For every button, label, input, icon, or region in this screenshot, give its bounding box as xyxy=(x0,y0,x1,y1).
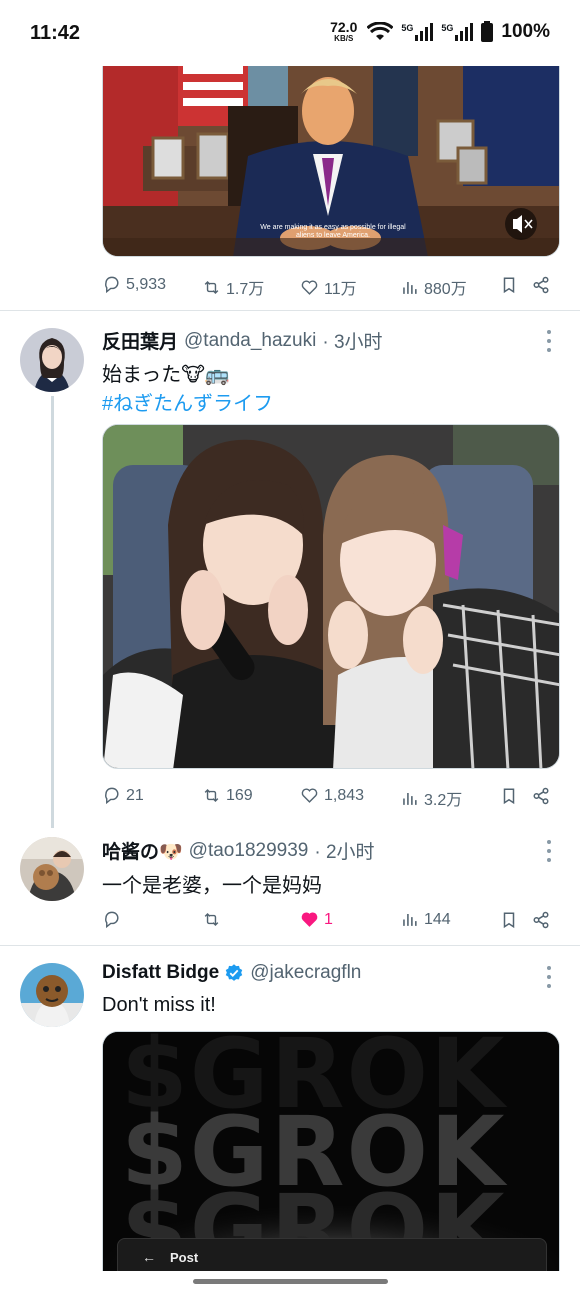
reply-icon xyxy=(105,276,119,294)
reply-count: 21 xyxy=(126,786,144,804)
battery-percent: 100% xyxy=(501,20,550,42)
reply-button[interactable]: 21 xyxy=(102,786,144,805)
status-icons: 72.0 KB/S 5G 5G 100% xyxy=(330,20,550,43)
network-type-1: 5G xyxy=(401,22,414,33)
like-count: 1,843 xyxy=(324,786,365,804)
like-button[interactable]: 1 xyxy=(300,910,333,929)
network-type-2: 5G xyxy=(441,22,454,33)
status-bar: 11:42 72.0 KB/S 5G 5G 100% xyxy=(0,0,580,66)
views-count: 880万 xyxy=(424,281,467,298)
more-options-icon[interactable] xyxy=(546,966,552,988)
more-options-icon[interactable] xyxy=(546,330,552,352)
tweet1-actions: 5,933 1.7万 11万 880万 xyxy=(102,272,557,298)
more-options-icon[interactable] xyxy=(546,840,552,862)
thread-line xyxy=(51,396,54,828)
username[interactable]: @jakecragfln xyxy=(250,962,361,984)
tweet2-actions: 21 169 1,843 3.2万 xyxy=(102,783,557,809)
retweet-button[interactable] xyxy=(202,910,221,929)
like-count: 1 xyxy=(324,910,333,928)
retweet-button[interactable]: 1.7万 xyxy=(202,275,264,299)
views-count: 144 xyxy=(424,910,451,928)
reply-icon xyxy=(105,787,119,805)
share-icon[interactable] xyxy=(532,911,550,929)
home-indicator[interactable] xyxy=(193,1279,388,1284)
views-button[interactable]: 3.2万 xyxy=(400,786,462,810)
tweet4-header: Disfatt Bidge @jakecragfln xyxy=(102,962,361,984)
tweet2-photo[interactable] xyxy=(102,424,560,769)
like-button[interactable]: 11万 xyxy=(300,275,357,299)
retweet-button[interactable]: 169 xyxy=(202,786,253,805)
like-count: 11万 xyxy=(324,281,357,298)
avatar[interactable] xyxy=(20,963,84,1027)
username[interactable]: @tanda_hazuki xyxy=(184,330,316,352)
tweet-text: 始まった🐮🚌 xyxy=(102,364,230,386)
display-name[interactable]: Disfatt Bidge xyxy=(102,962,219,984)
tweet1-video[interactable]: We are making it as easy as possible for… xyxy=(102,66,560,257)
views-button[interactable]: 144 xyxy=(400,910,451,929)
tweet-separator xyxy=(0,945,580,946)
battery-icon xyxy=(481,21,494,42)
network-speed: 72.0 KB/S xyxy=(330,20,357,43)
timestamp: · 3小时 xyxy=(322,332,383,353)
avatar[interactable] xyxy=(20,328,84,392)
heart-icon xyxy=(301,279,318,295)
retweet-icon xyxy=(204,280,219,294)
views-button[interactable]: 880万 xyxy=(400,275,467,299)
views-icon xyxy=(403,281,417,294)
wifi-icon xyxy=(367,21,394,40)
tweet4-media[interactable]: $GROK $GROK $GROK ← Post xyxy=(102,1031,560,1271)
heart-filled-icon xyxy=(301,912,318,927)
bookmark-icon[interactable] xyxy=(500,787,518,805)
tweet2-header: 反田葉月 @tanda_hazuki · 3小时 xyxy=(102,327,383,354)
cell-signal-2: 5G xyxy=(441,22,474,41)
bookmark-icon[interactable] xyxy=(500,276,518,294)
tweet-separator xyxy=(0,310,580,311)
tweet3-header: 哈酱の🐶 @tao1829939 · 2小时 xyxy=(102,837,375,864)
retweet-icon xyxy=(204,912,219,927)
views-icon xyxy=(403,792,417,805)
bookmark-icon[interactable] xyxy=(500,911,518,929)
selfie-photo xyxy=(103,425,559,768)
tweet-text: Don't miss it! xyxy=(102,994,216,1016)
hashtag-link[interactable]: #ねぎたんずライフ xyxy=(102,387,273,416)
share-icon[interactable] xyxy=(532,276,550,294)
like-button[interactable]: 1,843 xyxy=(300,786,364,805)
retweet-count: 1.7万 xyxy=(226,281,265,298)
network-speed-value: 72.0 xyxy=(330,19,358,35)
back-arrow-icon: ← xyxy=(142,1249,156,1265)
display-name[interactable]: 反田葉月 xyxy=(102,327,178,354)
timestamp: · 2小时 xyxy=(314,842,375,863)
embedded-post-bar: ← Post xyxy=(117,1238,547,1271)
retweet-count: 169 xyxy=(226,786,253,804)
signal-bars-icon xyxy=(455,22,474,41)
reply-button[interactable] xyxy=(102,910,121,929)
retweet-icon xyxy=(204,788,219,803)
avatar[interactable] xyxy=(20,837,84,901)
video-caption: We are making it as easy as possible for… xyxy=(260,224,406,240)
post-label: Post xyxy=(170,1250,199,1265)
reply-button[interactable]: 5,933 xyxy=(102,275,166,294)
reply-icon xyxy=(105,911,119,929)
tweet-text: 一个是老婆，一个是妈妈 xyxy=(102,875,322,897)
network-speed-unit: KB/S xyxy=(334,34,354,43)
cell-signal-1: 5G xyxy=(401,22,434,41)
display-name[interactable]: 哈酱の🐶 xyxy=(102,837,183,864)
username[interactable]: @tao1829939 xyxy=(189,840,309,862)
verified-badge-icon xyxy=(225,964,243,981)
tweet3-actions: 1 144 xyxy=(102,907,557,933)
reply-count: 5,933 xyxy=(126,275,167,293)
views-icon xyxy=(403,913,417,926)
status-time: 11:42 xyxy=(30,22,81,44)
share-icon[interactable] xyxy=(532,787,550,805)
signal-bars-icon xyxy=(415,22,434,41)
views-count: 3.2万 xyxy=(424,792,463,809)
heart-icon xyxy=(301,788,318,803)
